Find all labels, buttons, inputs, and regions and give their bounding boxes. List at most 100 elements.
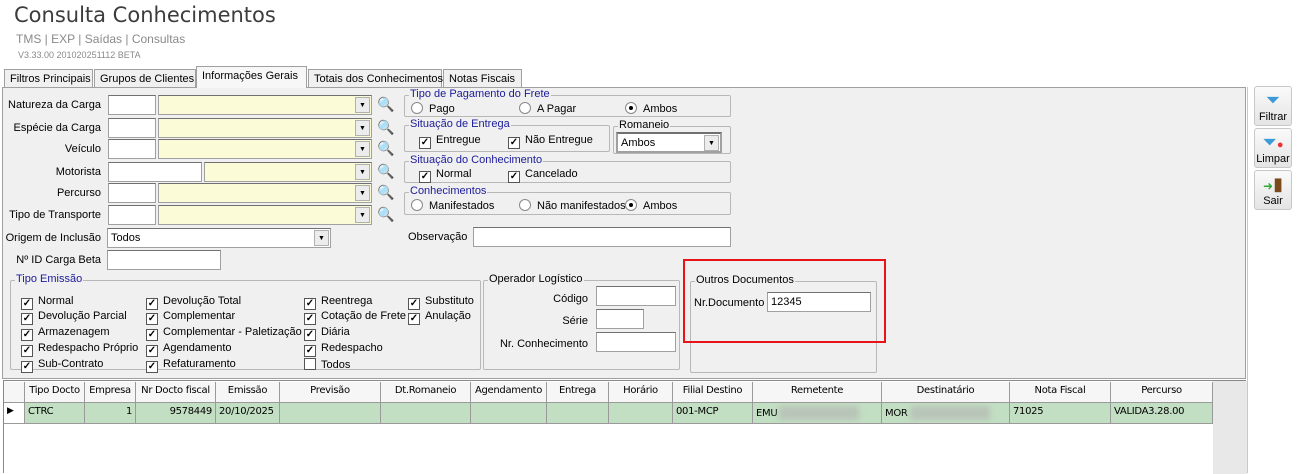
id-carga-input[interactable] xyxy=(107,250,221,270)
checkbox-emissao[interactable]: ✓ Armazenagem xyxy=(21,326,110,341)
origem-select[interactable]: Todos ▼ xyxy=(107,228,331,248)
transporte-code-input[interactable] xyxy=(108,205,156,225)
checkbox-box[interactable]: ✓ xyxy=(146,345,158,357)
checkbox-emissao[interactable]: ✓ Diária xyxy=(304,326,350,341)
checkbox-box[interactable]: ✓ xyxy=(21,361,33,373)
checkbox-box[interactable]: ✓ xyxy=(304,298,316,310)
checkbox-box[interactable]: ✓ xyxy=(21,329,33,341)
radio-pago[interactable]: Pago xyxy=(411,102,455,115)
checkbox-box[interactable]: ✓ xyxy=(146,298,158,310)
romaneio-select[interactable]: Ambos ▼ xyxy=(616,132,722,153)
checkbox-box[interactable]: ✓ xyxy=(146,329,158,341)
checkbox-emissao[interactable]: ✓ Sub-Contrato xyxy=(21,358,103,373)
column-header[interactable]: Dt.Romaneio xyxy=(381,382,471,403)
natureza-combo[interactable]: ▼ xyxy=(158,95,372,115)
search-icon[interactable]: 🔍 xyxy=(377,206,395,224)
table-cell[interactable]: 71025 xyxy=(1010,403,1111,424)
radio-nao-manifestados[interactable]: Não manifestados xyxy=(519,199,626,212)
checkbox-box[interactable]: ✓ xyxy=(21,298,33,310)
radio-ambos-conhecimentos[interactable]: Ambos xyxy=(625,199,677,212)
serie-input[interactable] xyxy=(596,309,644,329)
search-icon[interactable]: 🔍 xyxy=(377,96,395,114)
motorista-combo[interactable]: ▼ xyxy=(204,162,372,182)
checkbox-normal[interactable]: ✓ Normal xyxy=(419,168,471,183)
chevron-down-icon[interactable]: ▼ xyxy=(355,185,370,201)
limpar-button[interactable]: ⏷● Limpar xyxy=(1254,128,1292,168)
radio-ambos[interactable]: Ambos xyxy=(625,102,677,115)
checkbox-box[interactable]: ✓ xyxy=(304,345,316,357)
column-header[interactable]: Percurso xyxy=(1111,382,1213,403)
checkbox-box[interactable]: ✓ xyxy=(21,313,33,325)
nr-conhecimento-input[interactable] xyxy=(596,332,676,352)
checkbox-entregue[interactable]: ✓ Entregue xyxy=(419,134,481,149)
checkbox-box[interactable]: ✓ xyxy=(21,345,33,357)
search-icon[interactable]: 🔍 xyxy=(377,140,395,158)
chevron-down-icon[interactable]: ▼ xyxy=(355,141,370,157)
veiculo-code-input[interactable] xyxy=(108,139,156,159)
column-header[interactable]: Horário xyxy=(609,382,673,403)
filtrar-button[interactable]: ⏷ Filtrar xyxy=(1254,86,1292,126)
table-cell[interactable] xyxy=(280,403,381,424)
checkbox-emissao[interactable]: ✓ Redespacho xyxy=(304,342,383,357)
transporte-combo[interactable]: ▼ xyxy=(158,205,372,225)
table-cell[interactable]: 20/10/2025 xyxy=(216,403,280,424)
especie-combo[interactable]: ▼ xyxy=(158,118,372,138)
tab-notas-fiscais[interactable]: Notas Fiscais xyxy=(443,69,522,88)
veiculo-combo[interactable]: ▼ xyxy=(158,139,372,159)
checkbox-box[interactable]: ✓ xyxy=(146,361,158,373)
checkbox-box[interactable] xyxy=(304,358,316,370)
column-header[interactable]: Destinatário xyxy=(882,382,1010,403)
table-cell[interactable] xyxy=(547,403,609,424)
search-icon[interactable]: 🔍 xyxy=(377,184,395,202)
table-cell[interactable]: 1 xyxy=(85,403,136,424)
table-cell[interactable]: EMU xyxy=(753,403,882,424)
table-cell[interactable] xyxy=(381,403,471,424)
checkbox-emissao[interactable]: ✓ Normal xyxy=(21,295,73,310)
checkbox-emissao[interactable]: ✓ Devolução Parcial xyxy=(21,310,127,325)
checkbox-emissao[interactable]: Todos xyxy=(304,358,350,371)
column-header[interactable]: Agendamento xyxy=(471,382,547,403)
radio-a-pagar[interactable]: A Pagar xyxy=(519,102,576,115)
checkbox-box[interactable]: ✓ xyxy=(304,313,316,325)
row-indicator[interactable]: ▶ xyxy=(4,403,25,424)
column-header[interactable]: Empresa xyxy=(85,382,136,403)
table-cell[interactable]: 9578449 xyxy=(136,403,216,424)
observacao-input[interactable] xyxy=(473,227,731,247)
column-header[interactable]: Nota Fiscal xyxy=(1010,382,1111,403)
percurso-code-input[interactable] xyxy=(108,183,156,203)
checkbox-emissao[interactable]: ✓ Refaturamento xyxy=(146,358,236,373)
table-cell[interactable]: CTRC xyxy=(25,403,85,424)
especie-code-input[interactable] xyxy=(108,118,156,138)
column-header[interactable]: Remetente xyxy=(753,382,882,403)
table-cell[interactable] xyxy=(609,403,673,424)
column-header[interactable]: Entrega xyxy=(547,382,609,403)
table-cell[interactable]: MOR xyxy=(882,403,1010,424)
column-header[interactable]: Previsão xyxy=(280,382,381,403)
checkbox-emissao[interactable]: ✓ Anulação xyxy=(408,310,471,325)
chevron-down-icon[interactable]: ▼ xyxy=(355,207,370,223)
checkbox-emissao[interactable]: ✓ Devolução Total xyxy=(146,295,241,310)
codigo-input[interactable] xyxy=(596,286,676,306)
chevron-down-icon[interactable]: ▼ xyxy=(355,120,370,136)
tab-informacoes-gerais[interactable]: Informações Gerais xyxy=(196,66,307,88)
chevron-down-icon[interactable]: ▼ xyxy=(355,97,370,113)
checkbox-emissao[interactable]: ✓ Complementar - Paletização xyxy=(146,326,302,341)
search-icon[interactable]: 🔍 xyxy=(377,163,395,181)
percurso-combo[interactable]: ▼ xyxy=(158,183,372,203)
sair-button[interactable]: ➜▮ Sair xyxy=(1254,170,1292,210)
checkbox-box[interactable]: ✓ xyxy=(146,313,158,325)
column-header[interactable]: Emissão xyxy=(216,382,280,403)
radio-manifestados[interactable]: Manifestados xyxy=(411,199,494,212)
checkbox-emissao[interactable]: ✓ Complementar xyxy=(146,310,235,325)
checkbox-cancelado[interactable]: ✓ Cancelado xyxy=(508,168,578,183)
column-header[interactable]: Nr Docto fiscal xyxy=(136,382,216,403)
chevron-down-icon[interactable]: ▼ xyxy=(314,230,329,246)
checkbox-emissao[interactable]: ✓ Redespacho Próprio xyxy=(21,342,138,357)
column-header[interactable]: Tipo Docto xyxy=(25,382,85,403)
table-cell[interactable] xyxy=(471,403,547,424)
column-header[interactable]: Filial Destino xyxy=(673,382,753,403)
search-icon[interactable]: 🔍 xyxy=(377,119,395,137)
motorista-code-input[interactable] xyxy=(108,162,202,182)
checkbox-box[interactable]: ✓ xyxy=(408,313,420,325)
checkbox-emissao[interactable]: ✓ Cotação de Frete xyxy=(304,310,406,325)
